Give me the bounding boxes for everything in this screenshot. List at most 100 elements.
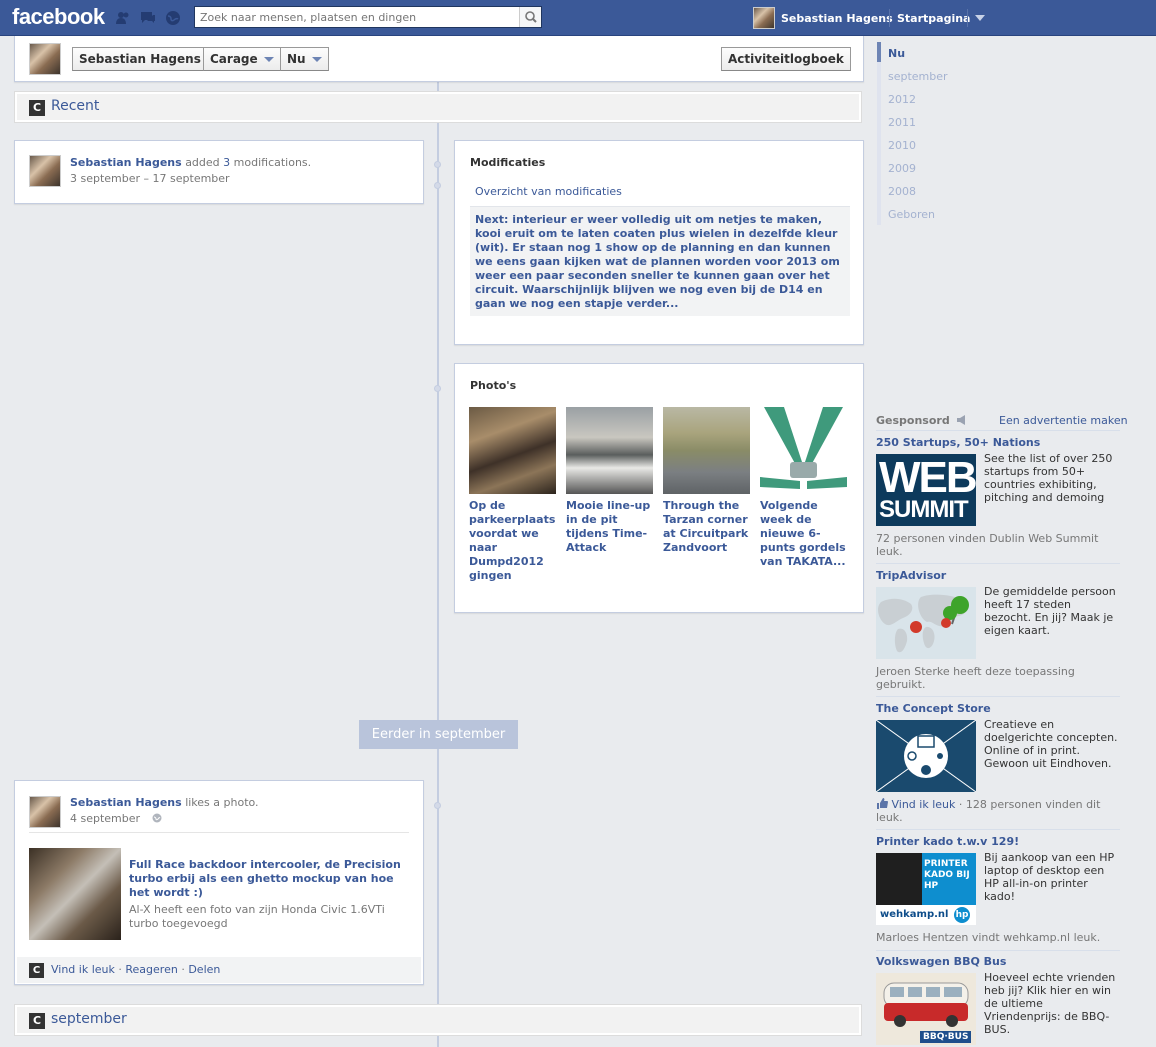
divider — [967, 9, 968, 27]
section-icon: C — [29, 100, 45, 116]
home-link[interactable]: Startpagina — [897, 0, 970, 36]
ad-title[interactable]: The Concept Store — [876, 702, 991, 715]
messages-icon[interactable] — [140, 10, 156, 26]
comment-link[interactable]: Reageren — [125, 963, 177, 976]
photo-caption[interactable]: Mooie line-up in de pit tijdens Time-Att… — [566, 499, 654, 555]
mods-story-card: Sebastian Hagens added 3 modifications. … — [14, 140, 424, 204]
top-bar: facebook Sebastian Hagens Startpagina — [0, 0, 1156, 36]
ad-title[interactable]: Printer kado t.w.v 129! — [876, 835, 1019, 848]
section-title: Recent — [51, 98, 100, 114]
ad-title[interactable]: TripAdvisor — [876, 569, 946, 582]
scrubber-item-2009[interactable]: 2009 — [888, 162, 916, 175]
earlier-in-month-button[interactable]: Eerder in september — [359, 720, 518, 749]
share-link[interactable]: Delen — [188, 963, 220, 976]
concept-logo-image — [875, 719, 977, 793]
separator: · — [181, 963, 185, 976]
date-range: 3 september – 17 september — [70, 172, 230, 185]
avatar — [753, 7, 775, 29]
ad-social-context: Jeroen Sterke heeft deze toepassing gebr… — [876, 665, 1075, 691]
photo-thumbnail[interactable] — [566, 407, 653, 494]
link-thumbnail[interactable] — [29, 848, 121, 940]
ad-text[interactable]: Bij aankoop van een HP laptop of desktop… — [984, 851, 1120, 903]
scrubber-track — [877, 42, 881, 225]
date-text[interactable]: 4 september — [70, 812, 140, 825]
megaphone-icon — [956, 415, 965, 425]
ad-image-tripadvisor[interactable] — [876, 587, 976, 659]
ad-image-concept-store[interactable] — [875, 719, 977, 793]
ad-text[interactable]: Creatieve en doelgerichte concepten. Onl… — [984, 718, 1120, 770]
search-input[interactable] — [195, 7, 515, 27]
scrubber-item-2011[interactable]: 2011 — [888, 116, 916, 129]
photo-thumbnail[interactable] — [760, 407, 847, 494]
ad-title[interactable]: 250 Startups, 50+ Nations — [876, 436, 1040, 449]
scrubber-item-born[interactable]: Geboren — [888, 208, 935, 221]
ad-social-context: 72 personen vinden Dublin Web Summit leu… — [876, 532, 1099, 558]
ad-social-context: Vind ik leuk · 128 personen vinden dit l… — [876, 798, 1120, 824]
time-dropdown[interactable]: Nu — [280, 47, 329, 71]
ad-image-text: WEB — [879, 453, 978, 502]
modifications-card: Modificaties Overzicht van modificaties … — [454, 140, 864, 345]
avatar[interactable] — [29, 796, 61, 828]
avatar[interactable] — [29, 155, 61, 187]
photo-thumbnail[interactable] — [469, 407, 556, 494]
account-menu-chevron-icon[interactable] — [975, 15, 985, 21]
ad-image-text: BBQ·BUS — [920, 1031, 972, 1043]
divider — [889, 9, 890, 27]
scrubber-item-2010[interactable]: 2010 — [888, 139, 916, 152]
ad-image-text: SUMMIT — [879, 496, 969, 523]
section-dropdown[interactable]: Carage — [203, 47, 281, 71]
scrubber-item-september[interactable]: september — [888, 70, 948, 83]
ad-image-printer[interactable]: PRINTER KADO BIJ HP wehkamp.nl hp — [876, 853, 976, 925]
photo-caption[interactable]: Volgende week de nieuwe 6-punts gordels … — [760, 499, 848, 569]
ad-social-context: Marloes Hentzen vindt wehkamp.nl leuk. — [876, 931, 1101, 944]
photo-caption[interactable]: Op de parkeerplaats voordat we naar Dump… — [469, 499, 557, 583]
section-title: september — [51, 1011, 127, 1027]
separator: · — [118, 963, 122, 976]
like-link[interactable]: Vind ik leuk — [51, 963, 115, 976]
public-globe-icon[interactable] — [152, 813, 162, 823]
photo-caption[interactable]: Through the Tarzan corner at Circuitpark… — [663, 499, 751, 555]
ad-text[interactable]: See the list of over 250 startups from 5… — [984, 452, 1120, 504]
photo-thumbnail[interactable] — [663, 407, 750, 494]
link-title[interactable]: Full Race backdoor intercooler, de Preci… — [129, 858, 407, 900]
action-text: likes a photo. — [185, 796, 259, 809]
overview-link[interactable]: Overzicht van modificaties — [475, 185, 622, 198]
scrubber-item-2012[interactable]: 2012 — [888, 93, 916, 106]
divider — [876, 950, 1120, 951]
like-page-link[interactable]: Vind ik leuk — [892, 798, 956, 811]
author-link[interactable]: Sebastian Hagens — [70, 156, 182, 169]
timeline-dot — [434, 385, 441, 392]
ad-text[interactable]: De gemiddelde persoon heeft 17 steden be… — [984, 585, 1120, 637]
like-story-card: Sebastian Hagens likes a photo. 4 septem… — [14, 780, 424, 985]
profile-link[interactable]: Sebastian Hagens — [753, 0, 893, 36]
thumbs-up-icon — [877, 798, 888, 809]
facebook-logo[interactable]: facebook — [12, 4, 105, 30]
ad-title[interactable]: Volkswagen BBQ Bus — [876, 955, 1006, 968]
ad-image-bbq-bus[interactable]: BBQ·BUS — [876, 973, 976, 1045]
story-headline: Sebastian Hagens added 3 modifications. — [70, 156, 311, 169]
profile-name-button[interactable]: Sebastian Hagens — [72, 47, 208, 71]
story-date: 4 september — [70, 812, 162, 825]
activity-log-button[interactable]: Activiteitlogboek — [721, 47, 851, 71]
home-label: Startpagina — [897, 11, 971, 25]
create-ad-link[interactable]: Een advertentie maken — [999, 414, 1128, 427]
ad-text[interactable]: Hoeveel echte vrienden heb jij? Klik hie… — [984, 971, 1120, 1036]
author-link[interactable]: Sebastian Hagens — [70, 796, 182, 809]
scrubber-item-now[interactable]: Nu — [888, 47, 905, 60]
card-title: Modificaties — [470, 156, 546, 169]
divider — [876, 430, 1120, 431]
scrubber-item-2008[interactable]: 2008 — [888, 185, 916, 198]
section-header-september: C september — [14, 1004, 862, 1036]
notifications-globe-icon[interactable] — [165, 10, 181, 26]
section-icon: C — [29, 1013, 45, 1029]
count-link[interactable]: 3 — [223, 156, 230, 169]
friend-requests-icon[interactable] — [115, 10, 131, 26]
modification-text[interactable]: Next: interieur er weer volledig uit om … — [470, 206, 850, 316]
profile-avatar[interactable] — [29, 43, 61, 75]
action-text: modifications. — [233, 156, 312, 169]
search-button[interactable] — [519, 7, 541, 27]
timeline-dot — [434, 161, 441, 168]
card-title: Photo's — [470, 379, 517, 392]
story-actions: C Vind ik leuk · Reageren · Delen — [17, 957, 421, 983]
ad-image-web-summit[interactable]: WEB SUMMIT — [876, 453, 978, 526]
